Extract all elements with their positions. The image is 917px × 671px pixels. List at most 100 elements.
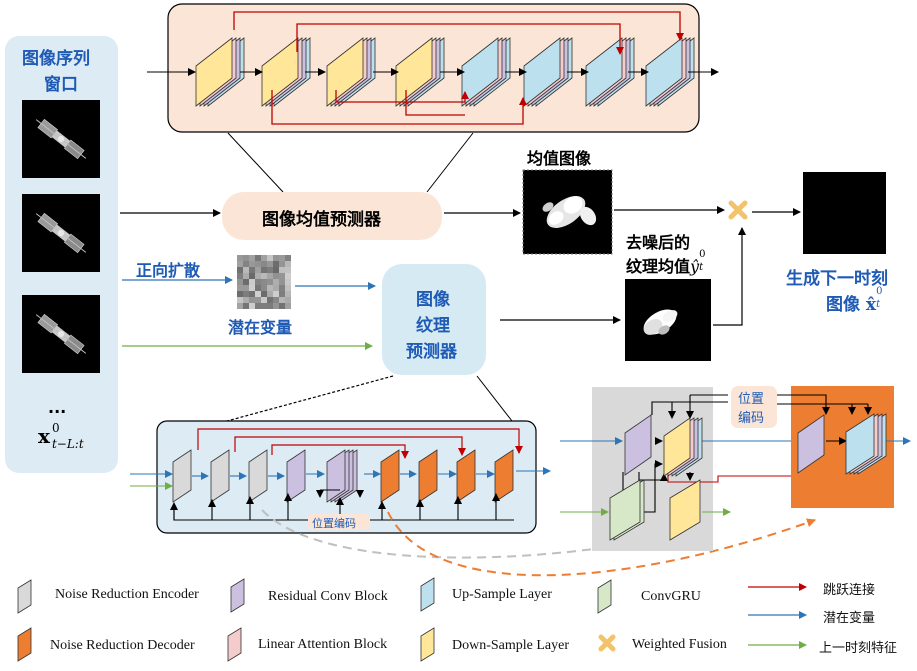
noise-cell: [237, 285, 243, 291]
noise-cell: [267, 273, 273, 279]
noise-cell: [285, 261, 291, 267]
noise-cell: [273, 261, 279, 267]
output-label-2: 图像 x̂ 0 t: [826, 286, 886, 315]
noise-cell: [237, 279, 243, 285]
legend-convgru: ConvGRU: [641, 589, 701, 604]
legend-noise-reduction-decoder: Noise Reduction Decoder: [50, 638, 195, 653]
noise-cell: [279, 273, 285, 279]
noise-cell: [273, 279, 279, 285]
noise-cell: [273, 273, 279, 279]
noise-cell: [273, 267, 279, 273]
input-ellipsis: ...: [48, 398, 67, 417]
noise-cell: [267, 303, 273, 309]
noise-cell: [255, 255, 261, 261]
legend-residual-conv-block: Residual Conv Block: [268, 589, 388, 604]
noise-cell: [279, 303, 285, 309]
denoised-label-1: 去噪后的: [626, 233, 691, 252]
legend-skip-connection: 跳跃连接: [823, 583, 876, 598]
noise-cell: [255, 291, 261, 297]
noise-cell: [261, 261, 267, 267]
texture-predictor-label-2: 纹理: [416, 316, 450, 336]
noise-cell: [279, 255, 285, 261]
noise-cell: [255, 279, 261, 285]
noise-cell: [261, 273, 267, 279]
noise-cell: [249, 297, 255, 303]
noise-cell: [285, 273, 291, 279]
input-formula: x 0 t−L:t: [38, 421, 104, 451]
noise-cell: [285, 297, 291, 303]
legend-latent-variable: 潜在变量: [823, 611, 876, 626]
noise-cell: [255, 297, 261, 303]
noise-cell: [279, 291, 285, 297]
legend-encoder-icon: [17, 579, 32, 614]
legend-convgru-icon: [597, 579, 612, 614]
input-window-title-2: 窗口: [44, 75, 78, 95]
legend-weighted-fusion-icon: [598, 634, 616, 652]
noise-cell: [261, 267, 267, 273]
noise-cell: [237, 261, 243, 267]
noise-cell: [279, 261, 285, 267]
noise-cell: [249, 303, 255, 309]
forward-diffusion-label: 正向扩散: [136, 261, 201, 280]
noise-cell: [267, 291, 273, 297]
weighted-fusion-icon: [728, 200, 748, 220]
legend-up-sample-layer: Up-Sample Layer: [452, 587, 552, 602]
noise-cell: [255, 273, 261, 279]
noise-cell: [255, 267, 261, 273]
noise-cell: [243, 297, 249, 303]
noise-cell: [249, 267, 255, 273]
texture-predictor-label-1: 图像: [416, 290, 450, 310]
denoised-label-2-text: 纹理均值: [626, 257, 691, 276]
input-window-title-1: 图像序列: [22, 49, 90, 69]
position-encoding-2-line1: 位置: [738, 392, 765, 407]
noise-cell: [249, 279, 255, 285]
noise-cell: [255, 261, 261, 267]
input-formula-sub: t−L:t: [51, 437, 84, 451]
noise-cell: [261, 279, 267, 285]
noise-cell: [279, 285, 285, 291]
output-sup: 0: [876, 286, 883, 297]
output-label-2-text: 图像: [826, 295, 860, 315]
input-formula-sup: 0: [51, 421, 60, 435]
noise-cell: [285, 291, 291, 297]
legend-downsample-icon: [420, 627, 435, 662]
noise-cell: [267, 285, 273, 291]
noise-cell: [273, 303, 279, 309]
output-label-1: 生成下一时刻: [786, 269, 888, 289]
legend-arrows: [748, 583, 807, 649]
zoom-line-right: [476, 375, 513, 422]
legend-decoder-icon: [17, 627, 32, 662]
noise-cell: [261, 303, 267, 309]
legend-upsample-icon: [420, 577, 435, 612]
denoised-sub: t: [699, 262, 704, 273]
noise-cell: [279, 297, 285, 303]
noise-cell: [279, 267, 285, 273]
noise-cell: [243, 285, 249, 291]
zoom-line-left: [226, 375, 394, 422]
legend-attention-icon: [227, 627, 242, 662]
noise-cell: [249, 285, 255, 291]
noise-cell: [285, 267, 291, 273]
output-sub: t: [876, 299, 881, 310]
texture-predictor-label-3: 预测器: [406, 342, 457, 362]
noise-cell: [267, 261, 273, 267]
noise-cell: [273, 291, 279, 297]
noise-cell: [261, 285, 267, 291]
noise-cell: [285, 303, 291, 309]
denoised-label-2: 纹理均值ŷ 0 t: [626, 249, 709, 277]
noise-cell: [237, 267, 243, 273]
input-formula-base: x: [38, 424, 50, 448]
noise-cell: [249, 273, 255, 279]
legend-down-sample-layer: Down-Sample Layer: [452, 638, 570, 653]
noise-cell: [237, 297, 243, 303]
noise-cell: [237, 303, 243, 309]
noise-cell: [267, 297, 273, 303]
mean-predictor-label: 图像均值预测器: [262, 210, 381, 230]
latent-variable-label: 潜在变量: [228, 318, 293, 337]
noise-cell: [243, 273, 249, 279]
noise-cell: [249, 291, 255, 297]
noise-cell: [285, 279, 291, 285]
noise-cell: [267, 267, 273, 273]
noise-cell: [243, 261, 249, 267]
noise-cell: [261, 297, 267, 303]
